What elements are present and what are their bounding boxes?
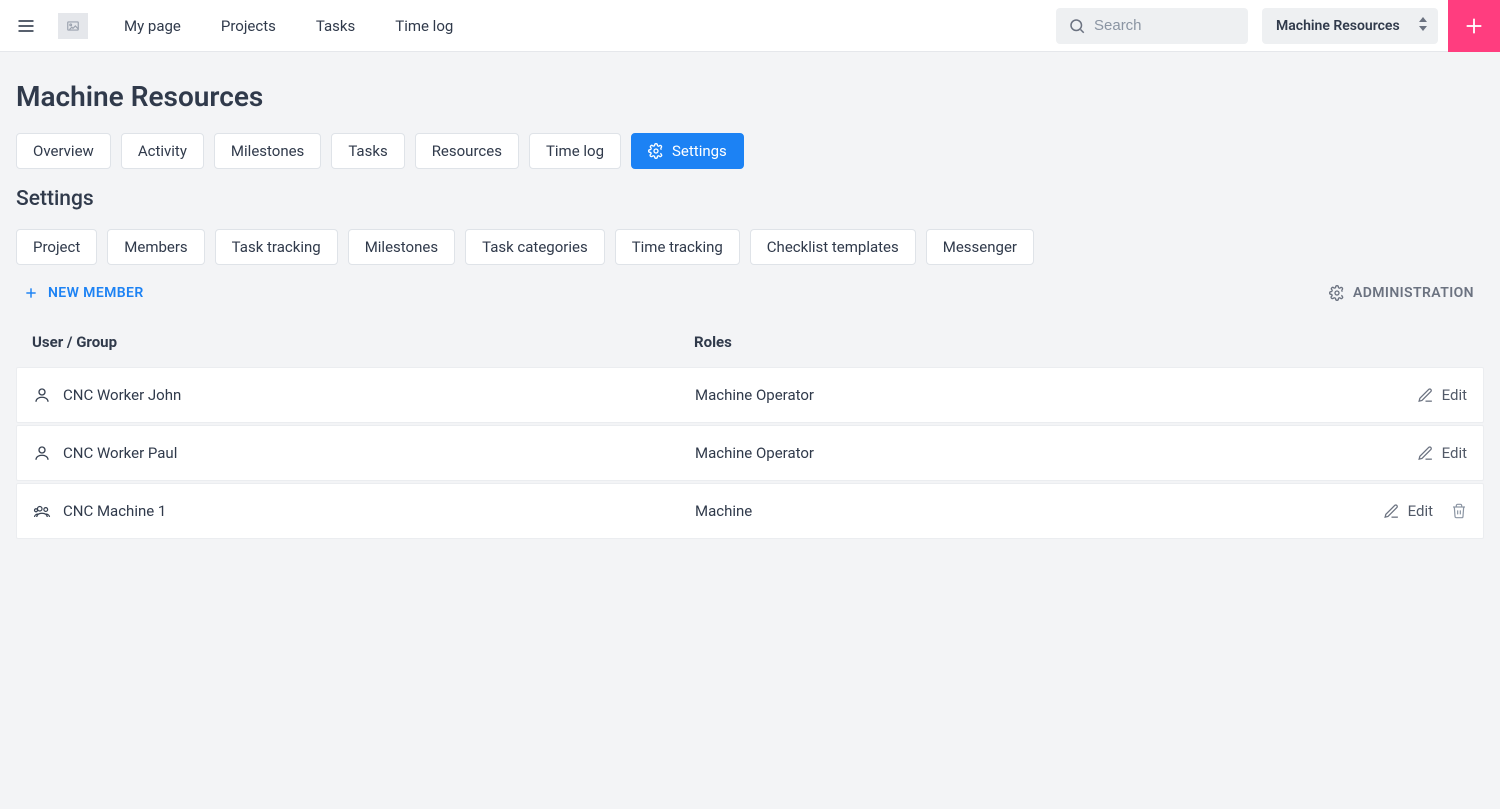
project-selector-label: Machine Resources — [1276, 18, 1400, 34]
tab-time-log[interactable]: Time log — [529, 133, 621, 169]
menu-toggle[interactable] — [0, 0, 52, 52]
edit-icon — [1417, 387, 1434, 404]
edit-button[interactable]: Edit — [1383, 502, 1433, 520]
edit-label: Edit — [1408, 502, 1433, 520]
user-icon — [33, 386, 51, 404]
actions-cell: Edit — [1327, 444, 1467, 462]
subtab-project[interactable]: Project — [16, 229, 97, 265]
subtab-messenger[interactable]: Messenger — [926, 229, 1034, 265]
group-icon — [33, 502, 51, 520]
image-icon — [64, 19, 82, 33]
edit-label: Edit — [1442, 386, 1467, 404]
logo[interactable] — [58, 13, 88, 39]
table-header: User / Group Roles — [16, 333, 1484, 367]
administration-link[interactable]: ADMINISTRATION — [1329, 285, 1484, 301]
plus-icon — [24, 286, 38, 300]
subtab-members[interactable]: Members — [107, 229, 204, 265]
edit-button[interactable]: Edit — [1417, 444, 1467, 462]
tab-label: Milestones — [231, 142, 304, 160]
actions-cell: Edit — [1327, 386, 1467, 404]
subtab-task-categories[interactable]: Task categories — [465, 229, 605, 265]
subtab-task-tracking[interactable]: Task tracking — [215, 229, 338, 265]
nav-links: My page Projects Tasks Time log — [106, 1, 471, 51]
nav-my-page[interactable]: My page — [106, 1, 199, 51]
edit-label: Edit — [1442, 444, 1467, 462]
gear-icon — [1329, 285, 1345, 301]
tab-label: Overview — [33, 142, 94, 160]
member-name: CNC Worker Paul — [63, 444, 177, 462]
page-title: Machine Resources — [16, 80, 1484, 113]
nav-tasks[interactable]: Tasks — [298, 1, 373, 51]
table-row: CNC Machine 1 Machine Edit — [16, 483, 1484, 539]
gear-icon — [648, 143, 664, 159]
subtab-row: Project Members Task tracking Milestones Tas… — [16, 229, 1484, 265]
administration-label: ADMINISTRATION — [1353, 285, 1474, 301]
user-cell: CNC Worker Paul — [33, 444, 695, 462]
sort-icon — [1418, 17, 1428, 35]
tab-overview[interactable]: Overview — [16, 133, 111, 169]
actions-cell: Edit — [1327, 502, 1467, 520]
table-row: CNC Worker Paul Machine Operator Edit — [16, 425, 1484, 481]
delete-button[interactable] — [1451, 503, 1467, 519]
tab-settings[interactable]: Settings — [631, 133, 744, 169]
table-row: CNC Worker John Machine Operator Edit — [16, 367, 1484, 423]
topbar: My page Projects Tasks Time log Machine … — [0, 0, 1500, 52]
trash-icon — [1451, 503, 1467, 519]
edit-button[interactable]: Edit — [1417, 386, 1467, 404]
action-bar: NEW MEMBER ADMINISTRATION — [16, 281, 1484, 305]
section-title: Settings — [16, 187, 1484, 211]
subtab-time-tracking[interactable]: Time tracking — [615, 229, 740, 265]
tab-activity[interactable]: Activity — [121, 133, 204, 169]
user-icon — [33, 444, 51, 462]
tab-label: Tasks — [348, 142, 387, 160]
members-table: User / Group Roles CNC Worker John Machin… — [16, 333, 1484, 539]
tab-tasks[interactable]: Tasks — [331, 133, 404, 169]
tab-label: Resources — [432, 142, 502, 160]
tab-row: Overview Activity Milestones Tasks Resources… — [16, 133, 1484, 169]
user-cell: CNC Machine 1 — [33, 502, 695, 520]
subtab-checklist-templates[interactable]: Checklist templates — [750, 229, 916, 265]
new-member-label: NEW MEMBER — [48, 285, 144, 301]
plus-icon — [1463, 15, 1485, 37]
tab-milestones[interactable]: Milestones — [214, 133, 321, 169]
tab-label: Settings — [672, 142, 727, 160]
member-name: CNC Worker John — [63, 386, 181, 404]
tab-label: Time log — [546, 142, 604, 160]
project-selector[interactable]: Machine Resources — [1262, 8, 1438, 44]
nav-time-log[interactable]: Time log — [377, 1, 471, 51]
edit-icon — [1383, 503, 1400, 520]
subtab-milestones[interactable]: Milestones — [348, 229, 455, 265]
search-wrap — [1056, 8, 1248, 44]
hamburger-icon — [16, 16, 36, 36]
roles-cell: Machine Operator — [695, 444, 1327, 462]
user-cell: CNC Worker John — [33, 386, 695, 404]
tab-label: Activity — [138, 142, 187, 160]
member-name: CNC Machine 1 — [63, 502, 166, 520]
col-header-roles: Roles — [694, 333, 1328, 351]
add-button[interactable] — [1448, 0, 1500, 52]
nav-projects[interactable]: Projects — [203, 1, 294, 51]
tab-resources[interactable]: Resources — [415, 133, 519, 169]
edit-icon — [1417, 445, 1434, 462]
col-header-user: User / Group — [32, 333, 694, 351]
roles-cell: Machine — [695, 502, 1327, 520]
search-icon — [1068, 17, 1086, 35]
table-body: CNC Worker JohnMachine OperatorEditCNC W… — [16, 367, 1484, 539]
roles-cell: Machine Operator — [695, 386, 1327, 404]
new-member-button[interactable]: NEW MEMBER — [16, 281, 152, 305]
page: Machine Resources Overview Activity Milest… — [0, 52, 1500, 581]
